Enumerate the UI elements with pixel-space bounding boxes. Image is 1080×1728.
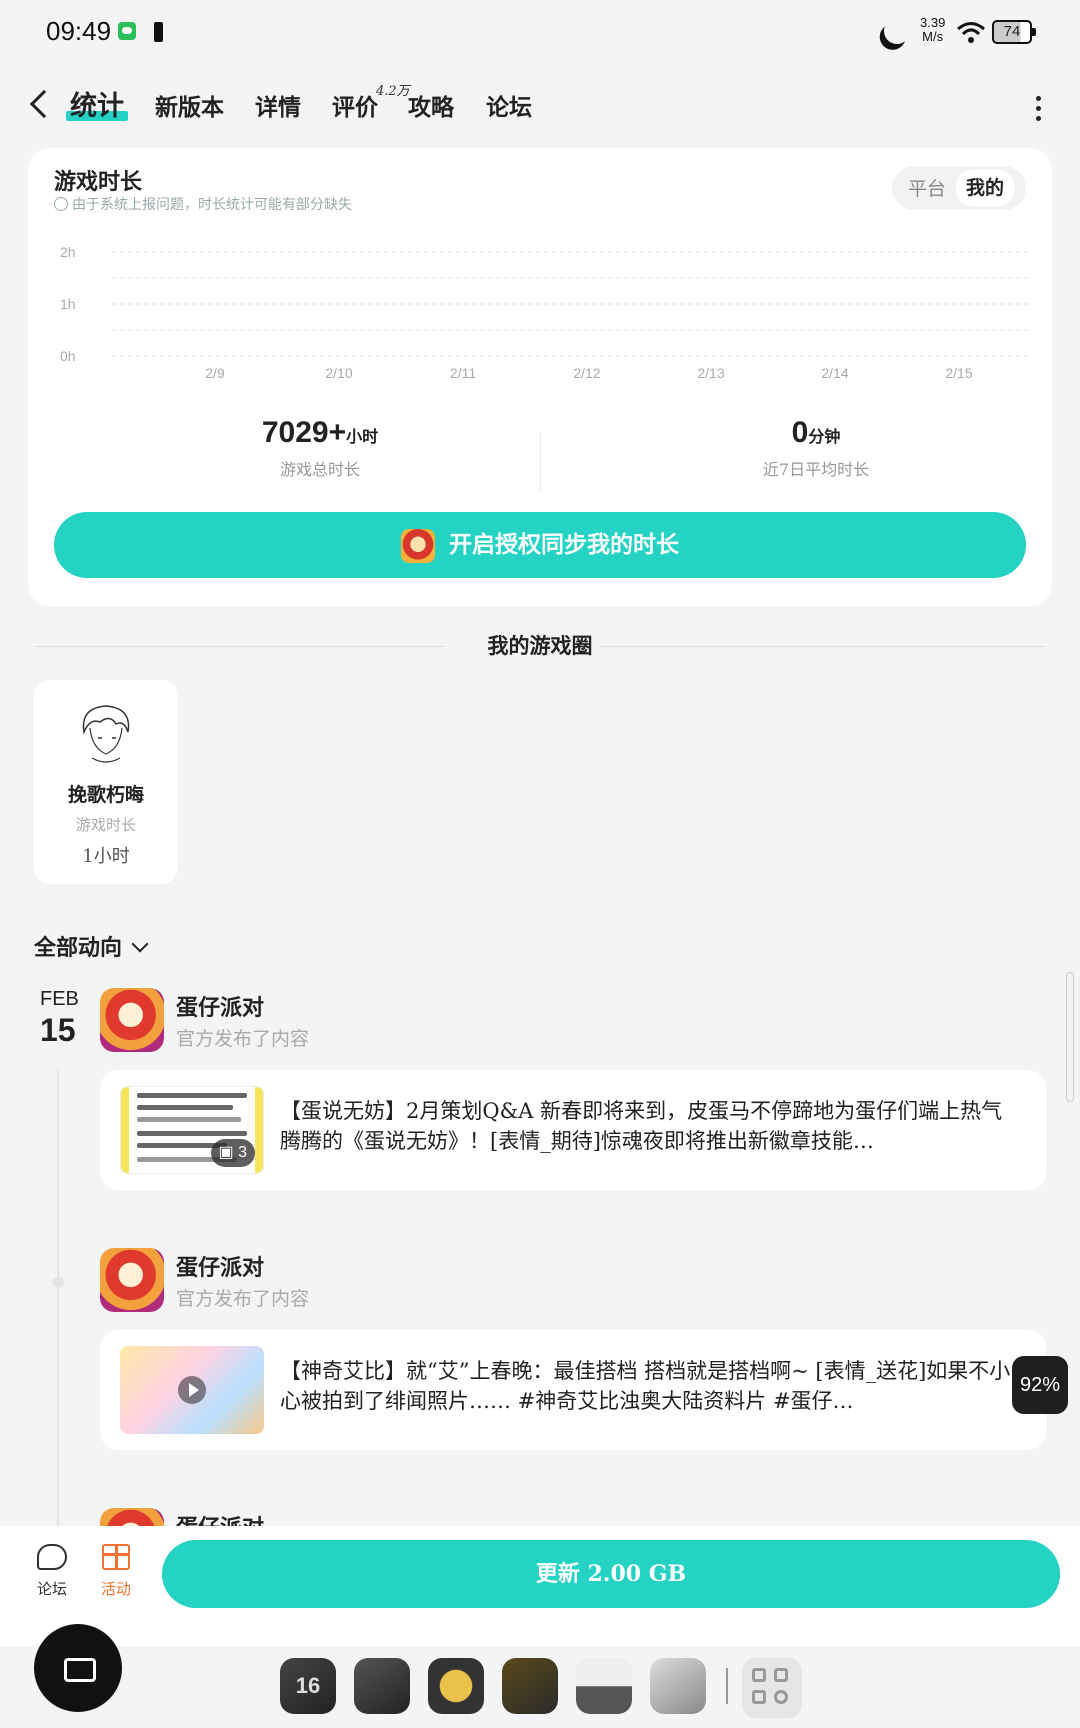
date-day: 15	[40, 1012, 76, 1048]
browser-app-icon[interactable]	[354, 1658, 410, 1714]
chart-x-tick: 2/12	[573, 365, 600, 381]
post-game-name: 蛋仔派对	[176, 1255, 265, 1281]
tab-stats[interactable]: 统计	[66, 84, 128, 123]
dock-separator	[726, 1668, 728, 1704]
post-text: 【蛋说无妨】2月策划Q&A 新春即将来到，皮蛋马不停蹄地为蛋仔们端上热气腾腾的《…	[280, 1099, 1003, 1153]
total-playtime-stat: 7029+小时 游戏总时长	[120, 416, 520, 480]
app-drawer-icon[interactable]	[742, 1658, 802, 1718]
chart-y-tick: 0h	[60, 348, 76, 364]
event-button[interactable]: 活动	[86, 1544, 146, 1599]
chart-x-tick: 2/14	[821, 365, 848, 381]
info-icon	[54, 197, 68, 211]
friend-name: 挽歌朽晦	[67, 784, 144, 806]
total-playtime-label: 游戏总时长	[279, 460, 360, 479]
scrollbar[interactable]	[1066, 972, 1074, 1102]
avatar	[70, 698, 142, 770]
chart-x-tick: 2/11	[450, 365, 476, 381]
network-speed: 3.39 M/s	[920, 15, 946, 44]
post-game-name: 蛋仔派对	[176, 995, 265, 1021]
post-card[interactable]: ▣ 3 【蛋说无妨】2月策划Q&A 新春即将来到，皮蛋马不停蹄地为蛋仔们端上热气…	[100, 1070, 1046, 1190]
notification-icon	[154, 22, 163, 42]
review-count-badge: 4.2万	[376, 84, 410, 99]
post-header[interactable]: 蛋仔派对 官方发布了内容	[100, 988, 700, 1054]
post-card[interactable]: 【神奇艾比】就“艾”上春晚：最佳搭档 搭档就是搭档啊~ [表情_送花]如果不小心…	[100, 1330, 1046, 1450]
chart-y-tick: 2h	[60, 244, 76, 260]
post-header[interactable]: 蛋仔派对	[100, 1508, 700, 1526]
top-nav: 统计 新版本 详情 评价 4.2万 攻略 论坛	[0, 76, 1080, 136]
floating-progress-badge[interactable]: 92%	[1012, 1356, 1068, 1414]
avg-playtime-label: 近7日平均时长	[762, 460, 870, 479]
platform-mine-toggle: 平台 我的	[892, 166, 1026, 210]
game-icon	[100, 1248, 164, 1312]
playtime-card: 游戏时长 由于系统上报问题，时长统计可能有部分缺失 平台 我的 2h 1h 0h 2/…	[28, 148, 1052, 606]
chart-y-tick: 1h	[60, 296, 76, 312]
avg-playtime-value: 0	[791, 416, 809, 449]
avg-playtime-unit: 分钟	[808, 427, 841, 446]
do-not-disturb-icon	[880, 14, 913, 47]
tab-forum[interactable]: 论坛	[486, 88, 532, 122]
chart-x-tick: 2/13	[697, 365, 724, 381]
friend-playtime-label: 游戏时长	[75, 816, 136, 834]
gallery-app-icon[interactable]	[576, 1658, 632, 1714]
chart-x-tick: 2/10	[325, 365, 352, 381]
game-circle-title: 我的游戏圈	[487, 633, 593, 658]
forum-button[interactable]: 论坛	[22, 1544, 82, 1599]
game-icon	[401, 529, 435, 563]
music-app-icon[interactable]	[502, 1658, 558, 1714]
friend-card[interactable]: 挽歌朽晦 游戏时长 1小时	[34, 680, 178, 884]
post-video-thumbnail	[120, 1346, 264, 1434]
more-options-icon[interactable]	[1036, 96, 1042, 122]
toggle-mine[interactable]: 我的	[956, 170, 1015, 206]
back-arrow-icon[interactable]	[29, 89, 59, 119]
game-icon	[100, 1508, 164, 1526]
update-button[interactable]: 更新 2.00 GB	[162, 1540, 1060, 1608]
game-icon	[100, 988, 164, 1052]
tab-new-version[interactable]: 新版本	[155, 88, 224, 122]
image-count-badge: ▣ 3	[210, 1139, 255, 1167]
post-game-name: 蛋仔派对	[176, 1510, 264, 1526]
sync-playtime-button[interactable]: 开启授权同步我的时长	[54, 512, 1026, 578]
post-subtitle: 官方发布了内容	[176, 1288, 310, 1310]
avg-playtime-stat: 0分钟 近7日平均时长	[616, 416, 1016, 480]
tab-details[interactable]: 详情	[255, 88, 301, 122]
total-playtime-unit: 小时	[346, 427, 379, 446]
tab-reviews[interactable]: 评价	[332, 88, 378, 122]
play-icon	[178, 1376, 206, 1404]
chart-x-tick: 2/9	[205, 365, 225, 381]
calendar-app-icon[interactable]: 16	[280, 1658, 336, 1714]
gift-icon	[102, 1544, 130, 1570]
bottom-action-bar: 论坛 活动 更新 2.00 GB	[0, 1526, 1080, 1646]
status-time: 09:49	[46, 16, 112, 46]
toggle-platform[interactable]: 平台	[908, 174, 946, 201]
camera-app-icon[interactable]	[650, 1658, 706, 1714]
total-playtime-value: 7029+	[261, 416, 347, 449]
date-month: FEB	[40, 988, 79, 1010]
playtime-chart-svg: 2h 1h 0h 2/9 2/10 2/11 2/12 2/13 2/14 2/15	[60, 244, 1030, 381]
wifi-icon	[957, 22, 985, 43]
stat-divider	[540, 432, 541, 492]
timeline-dot	[52, 1276, 64, 1288]
app-switch-button[interactable]	[34, 1624, 122, 1712]
friend-playtime-value: 1小时	[82, 846, 130, 867]
post-text: 【神奇艾比】就“艾”上春晚：最佳搭档 搭档就是搭档啊~ [表情_送花]如果不小心…	[280, 1359, 1011, 1413]
timeline-line	[57, 1070, 59, 1530]
playtime-note: 由于系统上报问题，时长统计可能有部分缺失	[54, 194, 352, 214]
playtime-chart: 2h 1h 0h 2/9 2/10 2/11 2/12 2/13 2/14 2/15	[50, 234, 1040, 384]
activity-filter-dropdown[interactable]: 全部动向	[34, 930, 149, 962]
chevron-down-icon	[131, 935, 149, 953]
post-header[interactable]: 蛋仔派对 官方发布了内容	[100, 1248, 700, 1314]
battery-indicator: 74	[992, 20, 1036, 44]
wechat-notification-icon	[118, 22, 136, 40]
chart-x-tick: 2/15	[945, 365, 972, 381]
app-icon[interactable]	[428, 1658, 484, 1714]
post-subtitle: 官方发布了内容	[176, 1028, 310, 1050]
status-bar: 09:49 3.39 M/s 74	[0, 0, 1080, 64]
post-thumbnail: ▣ 3	[120, 1086, 264, 1174]
tab-guides[interactable]: 攻略	[408, 88, 454, 122]
playtime-title: 游戏时长	[54, 169, 143, 195]
forum-icon	[37, 1544, 67, 1570]
